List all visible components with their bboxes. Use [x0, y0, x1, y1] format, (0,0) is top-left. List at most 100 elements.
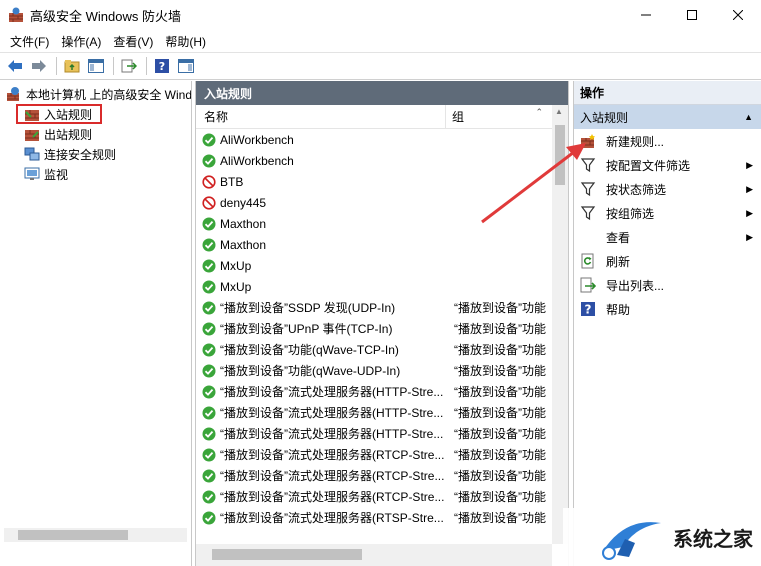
rule-name: Maxthon [220, 237, 267, 252]
rule-name: MxUp [220, 258, 252, 273]
rule-name-cell: “播放到设备”流式处理服务器(RTCP-Stre... [196, 488, 446, 505]
rule-name: AliWorkbench [220, 132, 294, 147]
back-button[interactable] [4, 55, 26, 77]
tree-horizontal-scrollbar[interactable] [4, 528, 187, 542]
table-row[interactable]: “播放到设备”SSDP 发现(UDP-In) “播放到设备”功能 [196, 297, 552, 318]
table-row[interactable]: “播放到设备”流式处理服务器(RTCP-Stre... “播放到设备”功能 [196, 486, 552, 507]
menu-help[interactable]: 帮助(H) [159, 33, 212, 50]
rule-name: MxUp [220, 279, 252, 294]
rule-name-cell: Maxthon [196, 238, 446, 252]
rule-name-cell: “播放到设备”流式处理服务器(RTSP-Stre... [196, 509, 446, 526]
table-row[interactable]: “播放到设备”功能(qWave-UDP-In) “播放到设备”功能 [196, 360, 552, 381]
action-item[interactable]: ? 帮助 [574, 297, 761, 321]
allow-rule-icon [202, 364, 216, 377]
table-row[interactable]: deny445 [196, 192, 552, 213]
close-icon [733, 10, 743, 20]
table-row[interactable]: “播放到设备”流式处理服务器(RTSP-Stre... “播放到设备”功能 [196, 507, 552, 528]
tree-root-node[interactable]: 本地计算机 上的高级安全 Windows 防火墙 [0, 84, 191, 104]
table-row[interactable]: MxUp [196, 276, 552, 297]
rules-pane-title: 入站规则 [196, 81, 568, 105]
show-hide-tree-button[interactable] [85, 55, 107, 77]
tree-item-connection-security-rules[interactable]: 连接安全规则 [0, 144, 191, 164]
show-hide-tree-icon [88, 59, 104, 73]
rule-group-cell: “播放到设备”功能 [454, 427, 546, 441]
rule-name-cell: “播放到设备”流式处理服务器(RTCP-Stre... [196, 467, 446, 484]
actions-pane: 操作 入站规则 ▲ 新建规则... 按配置文件筛选 ▶ 按状态筛选 ▶ 按组筛选 ▶ 查看 ▶ 刷… [573, 81, 761, 566]
action-item[interactable]: 查看 ▶ [574, 225, 761, 249]
submenu-arrow-icon: ▶ [746, 231, 753, 242]
help-button[interactable]: ? [151, 55, 173, 77]
rule-name: “播放到设备”UPnP 事件(TCP-In) [220, 322, 393, 336]
monitoring-icon [24, 167, 40, 180]
tree-root-label: 本地计算机 上的高级安全 Windows 防火墙 [26, 87, 192, 102]
table-row[interactable]: “播放到设备”流式处理服务器(HTTP-Stre... “播放到设备”功能 [196, 381, 552, 402]
column-group-label: 组 [452, 110, 465, 124]
table-row[interactable]: MxUp [196, 255, 552, 276]
table-row[interactable]: “播放到设备”流式处理服务器(RTCP-Stre... “播放到设备”功能 [196, 465, 552, 486]
table-row[interactable]: Maxthon [196, 234, 552, 255]
allow-rule-icon [202, 469, 216, 482]
close-button[interactable] [715, 0, 761, 30]
scroll-up-icon[interactable]: ▲ [555, 107, 563, 116]
export-button[interactable] [118, 55, 140, 77]
menu-view[interactable]: 查看(V) [107, 33, 159, 50]
column-header-name[interactable]: 名称 ⌃ [196, 104, 543, 129]
actions-header: 操作 [574, 81, 761, 105]
rule-group-cell: “播放到设备”功能 [454, 385, 546, 399]
show-hide-action-pane-button[interactable] [175, 55, 197, 77]
minimize-button[interactable] [623, 0, 669, 30]
action-item[interactable]: 按配置文件筛选 ▶ [574, 153, 761, 177]
allow-rule-icon [202, 133, 216, 146]
tree-item-outbound-rules[interactable]: 出站规则 [0, 124, 191, 144]
action-item[interactable]: 按状态筛选 ▶ [574, 177, 761, 201]
rule-group-cell: “播放到设备”功能 [454, 343, 546, 357]
allow-rule-icon [202, 406, 216, 419]
actions-section-inbound-rules[interactable]: 入站规则 ▲ [574, 105, 761, 129]
table-row[interactable]: AliWorkbench [196, 129, 552, 150]
allow-rule-icon [202, 511, 216, 524]
filter-icon [580, 182, 596, 197]
action-item-label: 帮助 [606, 302, 631, 317]
rule-name-cell: “播放到设备”UPnP 事件(TCP-In) [196, 320, 446, 337]
tree-item-monitoring[interactable]: › 监视 [0, 164, 191, 184]
rules-vertical-scrollbar[interactable]: ▲ [552, 105, 568, 544]
scrollbar-thumb[interactable] [555, 125, 565, 185]
menu-file[interactable]: 文件(F) [4, 33, 55, 50]
table-row[interactable]: “播放到设备”UPnP 事件(TCP-In) “播放到设备”功能 [196, 318, 552, 339]
actions-section-label: 入站规则 [580, 110, 629, 125]
table-row[interactable]: “播放到设备”流式处理服务器(HTTP-Stre... “播放到设备”功能 [196, 423, 552, 444]
help-icon: ? [155, 59, 169, 73]
filter-icon [580, 158, 596, 173]
svg-text:?: ? [585, 303, 592, 317]
table-row[interactable]: “播放到设备”流式处理服务器(RTCP-Stre... “播放到设备”功能 [196, 444, 552, 465]
action-item[interactable]: 按组筛选 ▶ [574, 201, 761, 225]
rules-horizontal-scrollbar[interactable] [196, 544, 552, 566]
up-folder-button[interactable] [61, 55, 83, 77]
toolbar-separator [113, 57, 114, 75]
maximize-button[interactable] [669, 0, 715, 30]
action-item[interactable]: 刷新 [574, 249, 761, 273]
table-row[interactable]: “播放到设备”功能(qWave-TCP-In) “播放到设备”功能 [196, 339, 552, 360]
rule-name-cell: “播放到设备”流式处理服务器(HTTP-Stre... [196, 425, 446, 442]
table-row[interactable]: Maxthon [196, 213, 552, 234]
allow-rule-icon [202, 259, 216, 272]
help-icon: ? [581, 302, 595, 317]
forward-button[interactable] [28, 55, 50, 77]
rule-name: “播放到设备”流式处理服务器(RTSP-Stre... [220, 511, 444, 525]
back-icon [8, 60, 22, 72]
allow-rule-icon [202, 154, 216, 167]
rule-name-cell: AliWorkbench [196, 154, 446, 168]
tree-item-inbound-rules[interactable]: 入站规则 [16, 104, 102, 124]
table-row[interactable]: AliWorkbench [196, 150, 552, 171]
rule-group-cell: “播放到设备”功能 [454, 364, 546, 378]
action-item[interactable]: 导出列表... [574, 273, 761, 297]
table-row[interactable]: “播放到设备”流式处理服务器(HTTP-Stre... “播放到设备”功能 [196, 402, 552, 423]
column-header-group[interactable]: 组 [446, 105, 464, 129]
block-rule-icon [202, 195, 216, 210]
rule-name-cell: MxUp [196, 259, 446, 273]
menu-action[interactable]: 操作(A) [55, 33, 107, 50]
scrollbar-thumb[interactable] [18, 530, 128, 540]
action-item[interactable]: 新建规则... [574, 129, 761, 153]
scrollbar-thumb[interactable] [212, 549, 362, 560]
table-row[interactable]: BTB [196, 171, 552, 192]
